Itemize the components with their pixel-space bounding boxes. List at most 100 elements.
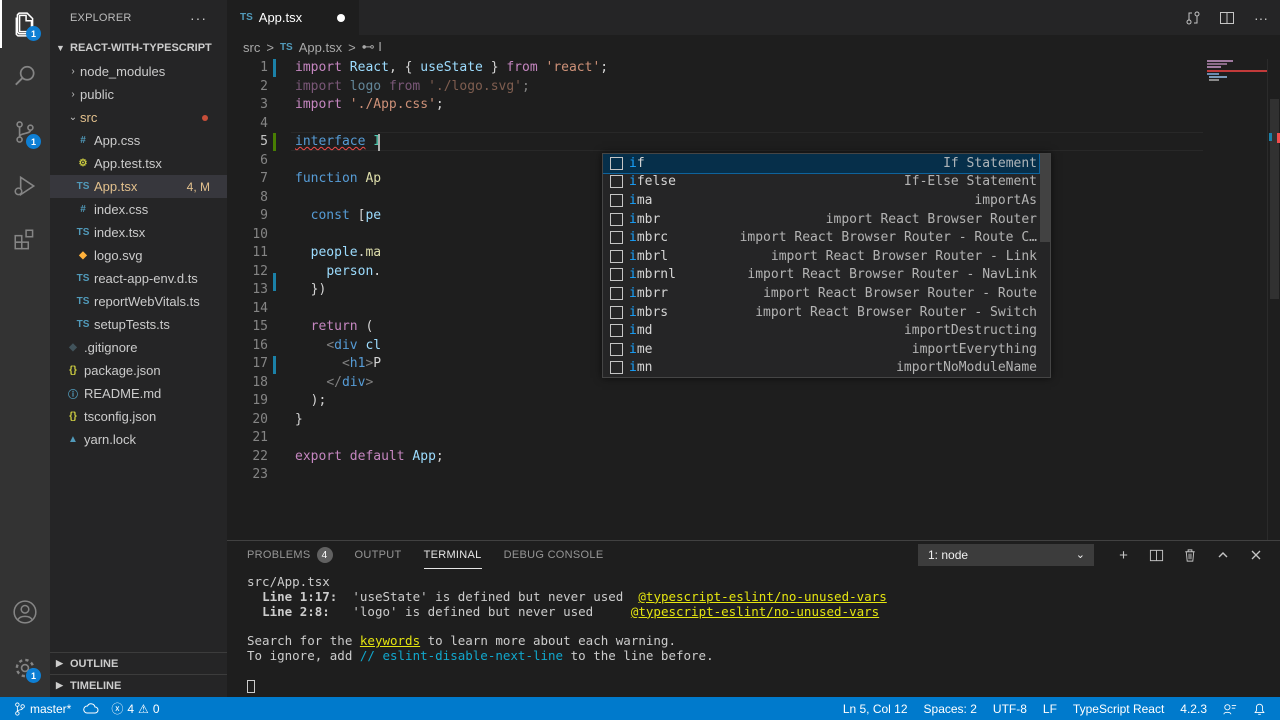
tree-file-app-tsx[interactable]: TS App.tsx 4, M	[50, 175, 227, 198]
tree-folder-src[interactable]: ⌄ src	[50, 106, 227, 129]
explorer-activity-button[interactable]: 1	[0, 0, 50, 48]
search-icon	[15, 65, 35, 86]
tree-folder-node-modules[interactable]: › node_modules	[50, 60, 227, 83]
notifications-icon[interactable]	[1245, 697, 1280, 720]
tree-file-yarn-lock[interactable]: ▲ yarn.lock	[50, 428, 227, 451]
feedback-icon[interactable]	[1215, 697, 1245, 720]
tab-debug-console[interactable]: DEBUG CONSOLE	[504, 541, 604, 569]
tree-file-setuptests-ts[interactable]: TS setupTests.ts	[50, 313, 227, 336]
tab-terminal-label: TERMINAL	[423, 549, 482, 561]
more-actions-icon[interactable]: ···	[1252, 9, 1270, 27]
tree-file-index-css[interactable]: # index.css	[50, 198, 227, 221]
branch-status[interactable]: master*	[0, 697, 77, 720]
suggestion-item[interactable]: ifelse If-Else Statement	[603, 173, 1039, 192]
terminal-output[interactable]: src/App.tsx Line 1:17: 'useState' is def…	[247, 574, 887, 693]
problems-status[interactable]: ⓧ 4 ⚠ 0	[105, 697, 165, 720]
unsaved-dot-icon[interactable]	[337, 14, 345, 22]
eol-status[interactable]: LF	[1035, 697, 1065, 720]
minimap[interactable]	[1203, 59, 1267, 89]
tree-folder-public[interactable]: › public	[50, 83, 227, 106]
breadcrumb-folder[interactable]: src	[243, 40, 260, 55]
terminal-select[interactable]: 1: node ⌄	[918, 544, 1094, 566]
project-section-header[interactable]: ▼ REACT-WITH-TYPESCRIPT	[50, 36, 227, 60]
file-type-icon: {}	[69, 365, 77, 376]
tab-problems[interactable]: PROBLEMS 4	[247, 541, 333, 569]
suggestion-detail: import React Browser Router - Switch	[755, 304, 1037, 320]
breadcrumb-symbol[interactable]: ⊷ I	[362, 39, 382, 55]
file-type-icon: ◆	[79, 250, 87, 261]
suggestion-item[interactable]: imbrnl import React Browser Router - NavL…	[603, 266, 1039, 285]
line-number: 22	[252, 448, 268, 464]
tree-file-app-test-tsx[interactable]: ⚙ App.test.tsx	[50, 152, 227, 175]
tree-file-package-json[interactable]: {} package.json	[50, 359, 227, 382]
source-control-activity-button[interactable]: 1	[0, 108, 50, 156]
split-editor-icon[interactable]	[1218, 9, 1236, 27]
accounts-activity-button[interactable]	[0, 588, 50, 636]
extensions-activity-button[interactable]	[0, 216, 50, 264]
line-number: 2	[260, 78, 268, 94]
tree-file-index-tsx[interactable]: TS index.tsx	[50, 221, 227, 244]
tree-file-gitignore[interactable]: ◆ .gitignore	[50, 336, 227, 359]
tree-file-reportwebvitals-ts[interactable]: TS reportWebVitals.ts	[50, 290, 227, 313]
trash-icon[interactable]	[1173, 548, 1206, 563]
tab-output[interactable]: OUTPUT	[355, 541, 402, 569]
chevron-down-icon: ▼	[56, 43, 65, 53]
file-type-icon: TS	[76, 273, 90, 284]
code-line: 21	[227, 429, 1202, 448]
tree-item-label: package.json	[84, 363, 161, 378]
tree-file-app-css[interactable]: # App.css	[50, 129, 227, 152]
line-number: 11	[252, 245, 268, 260]
suggestion-item[interactable]: imbr import React Browser Router	[603, 210, 1039, 229]
suggestion-detail: If-Else Statement	[903, 174, 1037, 190]
terminal-warning-location: Line 1:17:	[262, 588, 338, 604]
suggestion-item[interactable]: ima importAs	[603, 191, 1039, 210]
terminal-rule-link[interactable]: @typescript-eslint/no-unused-vars	[638, 589, 886, 604]
maximize-panel-icon[interactable]	[1206, 549, 1239, 561]
language-mode-status[interactable]: TypeScript React	[1065, 697, 1172, 720]
sync-status[interactable]	[77, 697, 105, 720]
terminal-rule-link[interactable]: @typescript-eslint/no-unused-vars	[631, 604, 879, 619]
file-type-icon: ⓘ	[68, 390, 78, 401]
suggestion-item[interactable]: imbrs import React Browser Router - Switc…	[603, 303, 1039, 322]
terminal-keywords-link[interactable]: keywords	[360, 633, 420, 648]
indentation-status[interactable]: Spaces: 2	[916, 697, 985, 720]
tree-file-logo-svg[interactable]: ◆ logo.svg	[50, 244, 227, 267]
new-terminal-icon[interactable]: +	[1107, 547, 1140, 564]
split-terminal-icon[interactable]	[1140, 548, 1173, 563]
suggestion-item[interactable]: imn importNoModuleName	[603, 359, 1039, 377]
tree-file-readme-md[interactable]: ⓘ README.md	[50, 382, 227, 405]
cursor-position-status[interactable]: Ln 5, Col 12	[835, 697, 916, 720]
run-debug-activity-button[interactable]	[0, 162, 50, 210]
suggestion-item[interactable]: imbrr import React Browser Router - Route	[603, 284, 1039, 303]
tree-file-react-app-env-d-ts[interactable]: TS react-app-env.d.ts	[50, 267, 227, 290]
breadcrumb-file[interactable]: App.tsx	[299, 40, 342, 55]
more-actions-icon[interactable]: ···	[190, 10, 207, 26]
search-activity-button[interactable]	[0, 52, 50, 100]
typescript-icon: TS	[240, 12, 253, 23]
suggestion-item[interactable]: imbrc import React Browser Router - Route…	[603, 228, 1039, 247]
outline-section-header[interactable]: ▶ OUTLINE	[50, 652, 227, 674]
code-line: 19 );	[227, 392, 1202, 411]
suggestion-item[interactable]: imbrl import React Browser Router - Link	[603, 247, 1039, 266]
suggestion-item[interactable]: ime importEverything	[603, 340, 1039, 359]
suggestion-widget[interactable]: if If Statement ifelse If-Else Statement ima…	[602, 153, 1051, 378]
typescript-version-status[interactable]: 4.2.3	[1172, 697, 1215, 720]
tab-terminal[interactable]: TERMINAL	[423, 541, 482, 569]
suggestion-scrollbar[interactable]	[1040, 154, 1050, 242]
timeline-section-header[interactable]: ▶ TIMELINE	[50, 674, 227, 696]
encoding-status[interactable]: UTF-8	[985, 697, 1035, 720]
line-number: 13	[252, 282, 268, 297]
snippet-icon	[610, 249, 623, 263]
close-icon[interactable]	[1239, 549, 1272, 561]
suggestion-item[interactable]: imd importDestructing	[603, 321, 1039, 340]
suggestion-label: imbrr	[629, 286, 668, 301]
suggestion-rest: mbrc	[636, 230, 669, 246]
tab-app-tsx[interactable]: TS App.tsx	[227, 0, 359, 35]
suggestion-item[interactable]: if If Statement	[603, 154, 1040, 174]
open-changes-icon[interactable]	[1184, 9, 1202, 27]
manage-activity-button[interactable]: 1	[0, 644, 50, 692]
tree-item-label: reportWebVitals.ts	[94, 294, 200, 309]
tree-file-tsconfig-json[interactable]: {} tsconfig.json	[50, 405, 227, 428]
editor-vertical-scrollbar[interactable]	[1267, 59, 1280, 540]
git-branch-icon	[15, 701, 25, 716]
